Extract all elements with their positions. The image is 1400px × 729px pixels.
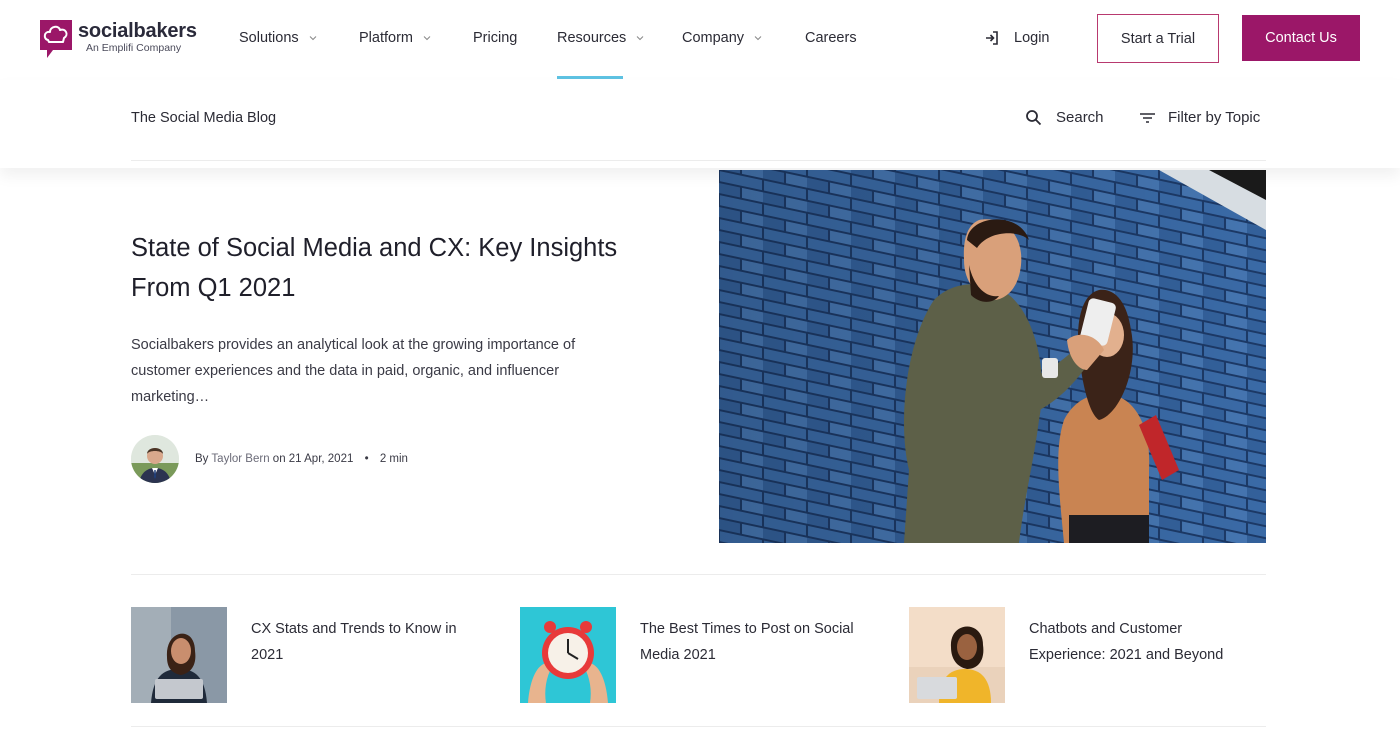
chevron-down-icon [754, 36, 762, 41]
author-avatar[interactable] [131, 435, 179, 483]
article-byline: By Taylor Bern on 21 Apr, 2021 • 2 min [195, 453, 408, 465]
related-article-card[interactable]: CX Stats and Trends to Know in 2021 [131, 607, 473, 703]
search-label: Search [1056, 109, 1104, 126]
nav-item-label: Platform [359, 30, 413, 46]
featured-article-image[interactable] [719, 170, 1266, 543]
filter-by-topic-button[interactable]: Filter by Topic [1139, 109, 1260, 126]
chevron-down-icon [423, 36, 431, 41]
divider [131, 726, 1266, 727]
start-trial-button[interactable]: Start a Trial [1097, 14, 1219, 63]
nav-item-careers[interactable]: Careers [805, 28, 857, 48]
chevron-down-icon [636, 36, 644, 41]
byline-prefix: By [195, 453, 209, 465]
chef-hat-logo-icon [40, 20, 72, 60]
meta-separator: • [364, 453, 369, 465]
blog-title-link[interactable]: The Social Media Blog [131, 110, 276, 126]
related-article-thumbnail[interactable] [131, 607, 227, 703]
login-label: Login [1014, 30, 1050, 46]
chevron-down-icon [309, 36, 317, 41]
nav-item-label: Pricing [473, 30, 518, 46]
related-article-card[interactable]: The Best Times to Post on Social Media 2… [520, 607, 862, 703]
divider [131, 574, 1266, 575]
brand-logo[interactable]: socialbakers An Emplifi Company [40, 20, 197, 62]
nav-item-label: Solutions [239, 30, 299, 46]
nav-item-company[interactable]: Company [682, 28, 762, 48]
search-button[interactable]: Search [1025, 109, 1104, 126]
related-article-thumbnail[interactable] [909, 607, 1005, 703]
nav-item-label: Careers [805, 30, 857, 46]
search-icon [1026, 110, 1042, 126]
featured-article-excerpt: Socialbakers provides an analytical look… [131, 337, 576, 405]
brand-name: socialbakers [78, 20, 197, 42]
related-article-title[interactable]: Chatbots and Customer Experience: 2021 a… [1029, 616, 1251, 703]
contact-us-button[interactable]: Contact Us [1242, 15, 1360, 61]
author-name-link[interactable]: Taylor Bern [211, 453, 269, 465]
featured-article-title[interactable]: State of Social Media and CX: Key Insigh… [131, 228, 651, 308]
article-author-meta: By Taylor Bern on 21 Apr, 2021 • 2 min [131, 435, 408, 483]
filter-icon [1140, 112, 1155, 123]
blog-subnav: The Social Media Blog Search Filter by T… [0, 80, 1400, 168]
read-time: 2 min [379, 453, 408, 465]
login-icon [986, 31, 998, 45]
top-navigation: socialbakers An Emplifi Company Solution… [0, 0, 1400, 80]
related-article-title[interactable]: CX Stats and Trends to Know in 2021 [251, 616, 473, 703]
related-article-thumbnail[interactable] [520, 607, 616, 703]
related-article-card[interactable]: Chatbots and Customer Experience: 2021 a… [909, 607, 1251, 703]
nav-item-platform[interactable]: Platform [359, 28, 431, 48]
divider [131, 160, 1266, 161]
active-nav-indicator [557, 76, 623, 79]
nav-item-pricing[interactable]: Pricing [473, 28, 517, 48]
publish-date: on 21 Apr, 2021 [272, 453, 354, 465]
login-link[interactable]: Login [984, 28, 1049, 48]
nav-item-label: Resources [557, 30, 627, 46]
nav-item-solutions[interactable]: Solutions [239, 28, 317, 48]
nav-item-resources[interactable]: Resources [557, 28, 644, 48]
related-article-title[interactable]: The Best Times to Post on Social Media 2… [640, 616, 862, 703]
brand-tagline: An Emplifi Company [86, 42, 182, 54]
filter-label: Filter by Topic [1168, 109, 1261, 126]
nav-item-label: Company [682, 30, 745, 46]
